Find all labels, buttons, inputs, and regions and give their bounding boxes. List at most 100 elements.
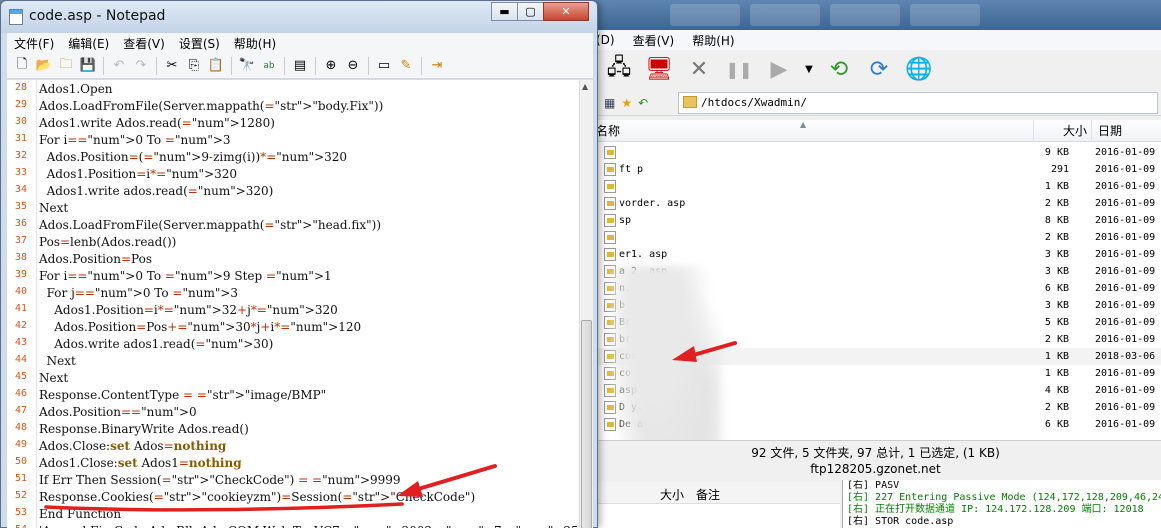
line-number: 45 xyxy=(14,371,28,382)
notepad-title-bar[interactable]: code.asp - Notepad ▬ ▢ ✕ xyxy=(1,1,597,33)
file-name: er1. asp xyxy=(619,249,668,260)
file-list-header: 名称 ▲ 大小 日期 xyxy=(590,120,1161,142)
code-line: Ados1.Close:set Ados1=nothing xyxy=(39,456,242,470)
file-row[interactable]: 9 KB 2016-01-09 xyxy=(590,144,1161,161)
cut-icon[interactable]: ✂ xyxy=(161,55,183,77)
save-icon[interactable]: 💾 xyxy=(77,55,99,77)
asp-file-icon xyxy=(604,231,616,244)
ftp-client-window: (D) 查看(V) 帮助(H) 🖧 🖥 ✕ ❚❚ ▶ ▼ ⟲ ⟳ 🌐 ▦ ★ ↶… xyxy=(590,0,1161,528)
line-number: 43 xyxy=(14,337,28,348)
dropdown-arrow-icon[interactable]: ▼ xyxy=(804,54,814,84)
file-date: 2016-01-09 xyxy=(1095,147,1156,158)
file-size: 5 KB xyxy=(1044,317,1069,328)
ftp-tab[interactable] xyxy=(670,4,740,26)
find-icon[interactable]: 🔭 xyxy=(236,55,258,77)
replace-icon[interactable]: ab xyxy=(258,55,280,77)
ftp-log: [右] PASV [右] 227 Entering Passive Mode (… xyxy=(842,480,1161,528)
menu-file[interactable]: 文件(F) xyxy=(7,35,61,52)
line-number: 53 xyxy=(14,507,28,518)
connect-icon[interactable]: 🖧 xyxy=(604,54,634,84)
undo-icon[interactable]: ↶ xyxy=(108,55,130,77)
ftp-menu-item[interactable]: (D) xyxy=(596,33,615,47)
pause-icon[interactable]: ❚❚ xyxy=(724,54,754,84)
file-size: 9 KB xyxy=(1044,147,1069,158)
view-icon[interactable]: ▦ xyxy=(604,96,615,110)
find-in-files-icon[interactable]: 🗀 xyxy=(55,55,77,77)
file-size: 1 KB xyxy=(1044,351,1069,362)
file-row[interactable]: sp 8 KB 2016-01-09 xyxy=(590,212,1161,229)
queue-column-size[interactable]: 大小 xyxy=(660,486,684,503)
up-arrow-icon[interactable]: ↶ xyxy=(638,96,648,110)
new-file-icon[interactable]: 🗋 xyxy=(11,55,33,77)
menu-edit[interactable]: 编辑(E) xyxy=(61,35,116,52)
stop-icon[interactable]: ✕ xyxy=(684,54,714,84)
ftp-menu-help[interactable]: 帮助(H) xyxy=(692,32,734,49)
column-date[interactable]: 日期 xyxy=(1092,120,1161,142)
redo-icon[interactable]: ↷ xyxy=(130,55,152,77)
code-line: 'Ascend Fin Code Ado Blb Ado COM Web Tc … xyxy=(39,524,579,528)
refresh-icon[interactable]: ⟳ xyxy=(864,54,894,84)
globe-icon[interactable]: 🌐 xyxy=(904,54,934,84)
line-number: 37 xyxy=(14,235,28,246)
line-number: 34 xyxy=(14,184,28,195)
server-host-status: ftp128205.gzonet.net xyxy=(810,462,941,476)
menu-help[interactable]: 帮助(H) xyxy=(227,35,283,52)
menu-view[interactable]: 查看(V) xyxy=(116,35,172,52)
code-line: For i=="num">0 To ="num">3 xyxy=(39,133,231,147)
open-folder-icon[interactable]: 📂 xyxy=(33,55,55,77)
line-number: 30 xyxy=(14,116,28,127)
queue-list xyxy=(590,504,840,528)
exit-icon[interactable]: ⇥ xyxy=(426,55,448,77)
file-date: 2016-01-09 xyxy=(1095,266,1156,277)
line-number: 32 xyxy=(14,150,28,161)
zoom-out-icon[interactable]: ⊖ xyxy=(342,55,364,77)
line-number: 50 xyxy=(14,456,28,467)
menu-settings[interactable]: 设置(S) xyxy=(172,35,227,52)
code-line: Ados.LoadFromFile(Server.mappath(="str">… xyxy=(39,99,384,113)
line-number: 38 xyxy=(14,252,28,263)
edit-pen-icon[interactable]: ✎ xyxy=(395,55,417,77)
file-date: 2018-03-06 xyxy=(1095,351,1156,362)
file-size: 2 KB xyxy=(1044,402,1069,413)
vertical-scrollbar[interactable]: ▲ xyxy=(579,80,593,528)
scroll-up-icon[interactable]: ▲ xyxy=(582,82,588,91)
ftp-menu-view[interactable]: 查看(V) xyxy=(633,32,675,49)
log-line: [右] 正在打开数据通道 IP: 124.172.128.209 端口: 120… xyxy=(847,504,1144,515)
file-date: 2016-01-09 xyxy=(1095,249,1156,260)
star-icon[interactable]: ★ xyxy=(621,96,632,110)
copy-icon[interactable]: ⎘ xyxy=(183,55,205,77)
column-name[interactable]: 名称 ▲ xyxy=(590,120,1034,142)
remote-path-input[interactable]: /htdocs/Xwadmin/ xyxy=(678,92,1158,114)
window-icon[interactable]: ▭ xyxy=(373,55,395,77)
line-number: 47 xyxy=(14,405,28,416)
column-size[interactable]: 大小 xyxy=(1034,120,1092,142)
ftp-tab[interactable] xyxy=(750,4,820,26)
log-line: [右] PASV xyxy=(847,480,900,491)
paste-icon[interactable]: 📋 xyxy=(205,55,227,77)
transfer-icon[interactable]: ⟲ xyxy=(824,54,854,84)
ftp-tab[interactable] xyxy=(830,4,900,26)
file-size: 2 KB xyxy=(1044,334,1069,345)
file-row[interactable]: 2 KB 2016-01-09 xyxy=(590,229,1161,246)
queue-column-note[interactable]: 备注 xyxy=(696,486,720,503)
file-name: vorder. asp xyxy=(619,198,686,209)
code-editor[interactable]: 28 29 30 31 32 33 34 35 36 37 38 39 40 41 42 43 44 45 46 47… xyxy=(7,80,579,528)
line-number: 33 xyxy=(14,167,28,178)
maximize-button[interactable]: ▢ xyxy=(517,2,544,21)
code-line: Ados.Position=="num">0 xyxy=(39,405,197,419)
queue-header: 大小 备注 xyxy=(590,482,840,504)
ftp-tab[interactable] xyxy=(910,4,980,26)
file-row[interactable]: 1 KB 2016-01-09 xyxy=(590,178,1161,195)
file-row[interactable]: vorder. asp 2 KB 2016-01-09 xyxy=(590,195,1161,212)
zoom-in-icon[interactable]: ⊕ xyxy=(320,55,342,77)
file-row[interactable]: ft p 291 2016-01-09 xyxy=(590,161,1161,178)
code-line: Ados.write ados1.read(="num">30) xyxy=(39,337,274,351)
goto-icon[interactable]: ▤ xyxy=(289,55,311,77)
play-icon[interactable]: ▶ xyxy=(764,54,794,84)
disconnect-icon[interactable]: 🖥 xyxy=(644,54,674,84)
minimize-button[interactable]: ▬ xyxy=(491,2,518,21)
close-button[interactable]: ✕ xyxy=(543,2,589,21)
scrollbar-thumb[interactable] xyxy=(581,320,592,528)
file-row[interactable]: er1. asp 3 KB 2016-01-09 xyxy=(590,246,1161,263)
file-name: sp xyxy=(619,215,632,226)
